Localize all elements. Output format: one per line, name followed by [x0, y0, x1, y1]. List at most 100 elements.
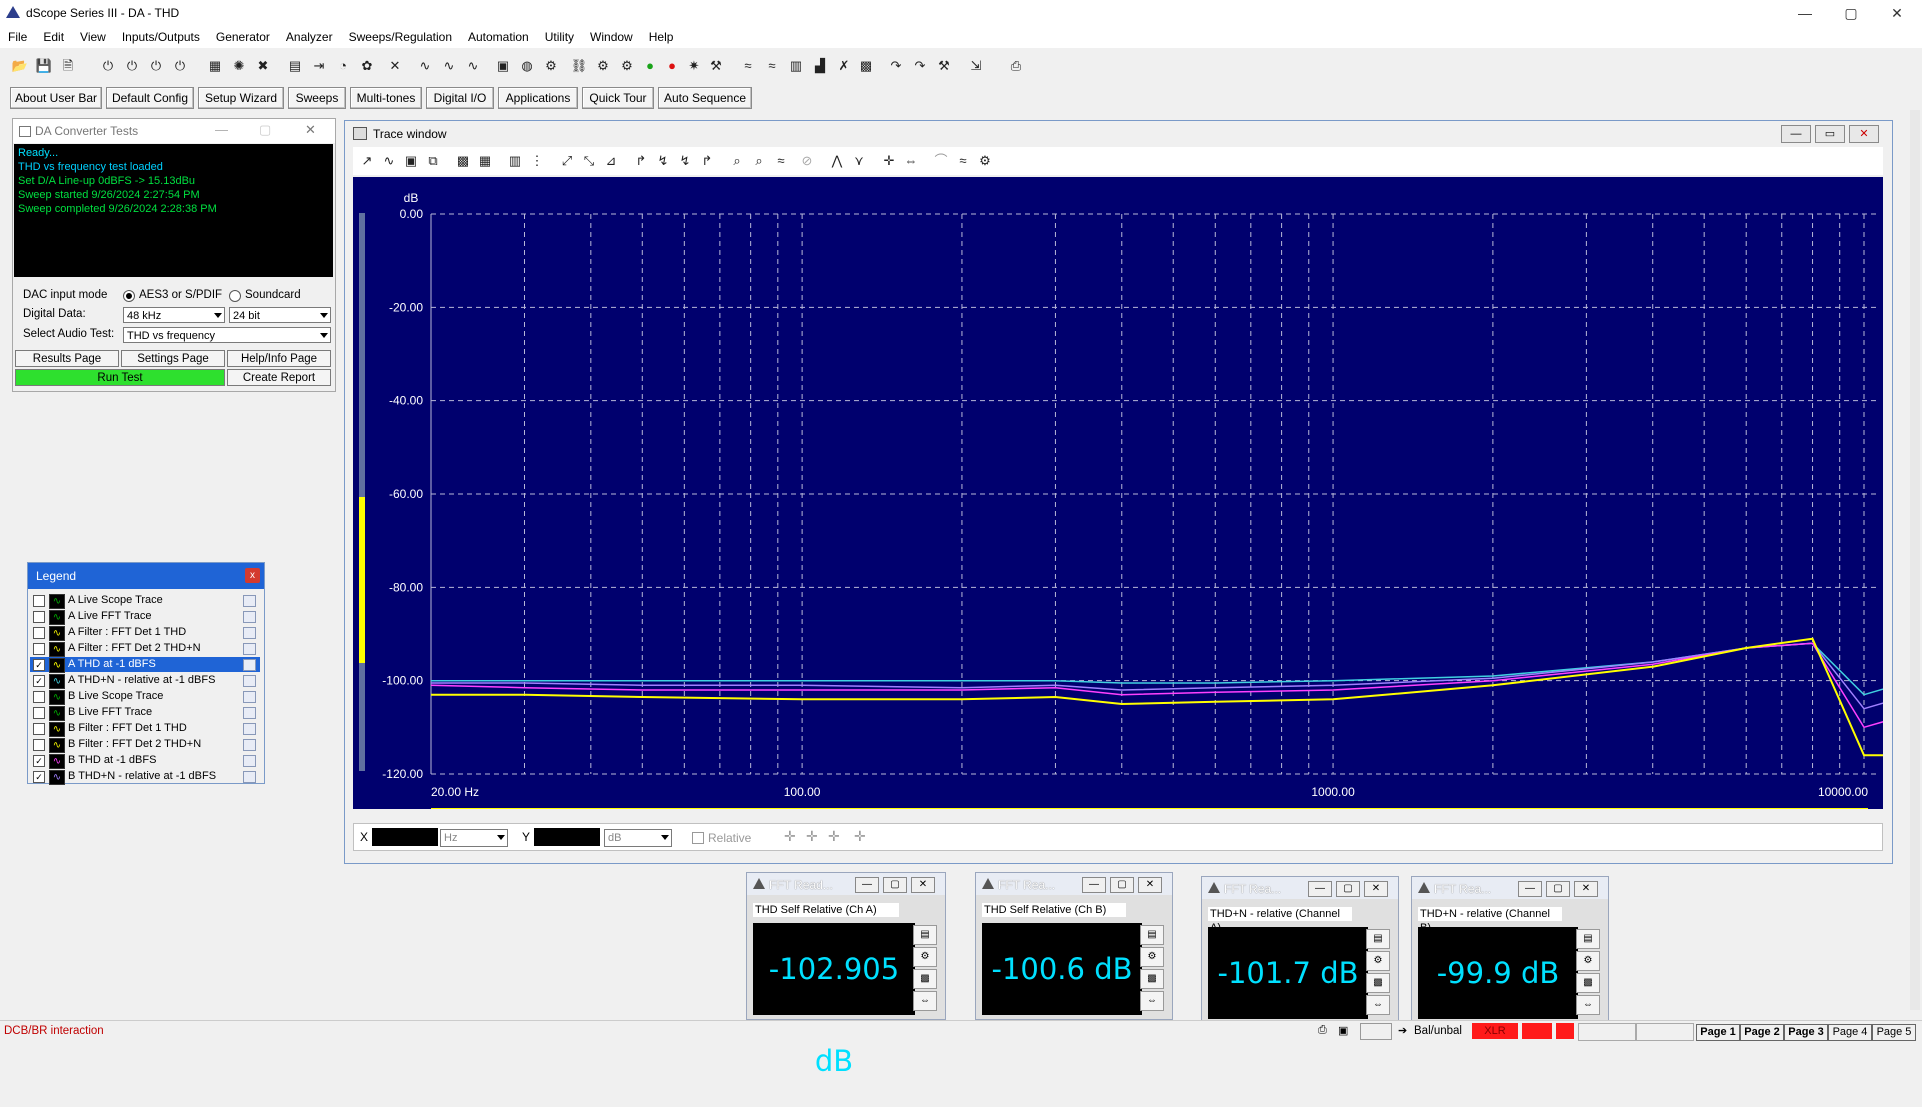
page-3-tab[interactable]: Page 3 — [1784, 1024, 1828, 1041]
trace-move-icon[interactable]: ⇔ — [901, 151, 921, 171]
y-value-field[interactable] — [534, 828, 600, 846]
applications-button[interactable]: Applications — [498, 87, 578, 109]
meter-minimize-button[interactable]: — — [1308, 881, 1332, 897]
meter-settings-icon[interactable]: ⚙ — [1366, 951, 1390, 971]
legend-item[interactable]: ∿ B Live FFT Trace — [30, 705, 260, 721]
cursor-tool-1-icon[interactable]: ✛ — [784, 828, 796, 845]
legend-options-icon[interactable] — [243, 659, 256, 671]
meter-graph-icon[interactable]: ▩ — [1140, 969, 1164, 989]
legend-item[interactable]: ∿ A Live Scope Trace — [30, 593, 260, 609]
legend-options-icon[interactable] — [243, 755, 256, 767]
trace-marker-4-icon[interactable]: ↱ — [697, 151, 717, 171]
menu-help[interactable]: Help — [641, 26, 682, 48]
sample-rate-select[interactable]: 48 kHz — [123, 307, 225, 323]
meter-range-icon[interactable]: ▤ — [913, 925, 937, 945]
noise-icon[interactable]: ✺ — [229, 56, 249, 76]
trace-valley-icon[interactable]: ⋎ — [849, 151, 869, 171]
plot-area[interactable]: 0.00 -20.00 -40.00 -60.00 -80.00 -100.00 -120.… — [353, 177, 1897, 813]
tools-icon[interactable]: ⚒ — [934, 56, 954, 76]
trace-tool-2-icon[interactable]: ∿ — [379, 151, 399, 171]
help-info-page-button[interactable]: Help/Info Page — [227, 350, 331, 367]
legend-checkbox[interactable] — [33, 707, 45, 719]
audio-test-select[interactable]: THD vs frequency — [123, 327, 331, 343]
link-icon[interactable]: ⛓ — [569, 56, 589, 76]
legend-checkbox[interactable] — [33, 723, 45, 735]
trace-b-icon[interactable]: ≈ — [762, 56, 782, 76]
save-icon[interactable]: 💾 — [34, 56, 54, 76]
trace-zoom-out-icon[interactable]: ⤡ — [579, 151, 599, 171]
bars-icon[interactable]: ▥ — [786, 56, 806, 76]
mute-icon[interactable]: ✖ — [253, 56, 273, 76]
page-4-tab[interactable]: Page 4 — [1828, 1024, 1872, 1041]
cursor-tool-4-icon[interactable]: ✛ — [854, 828, 866, 845]
menu-generator[interactable]: Generator — [208, 26, 278, 48]
menu-automation[interactable]: Automation — [460, 26, 537, 48]
meter-settings-icon[interactable]: ⚙ — [1140, 947, 1164, 967]
meter-restore-button[interactable]: ▢ — [1110, 877, 1134, 893]
trace-grid-icon[interactable]: ▦ — [475, 151, 495, 171]
legend-options-icon[interactable] — [243, 707, 256, 719]
quick-tour-button[interactable]: Quick Tour — [582, 87, 654, 109]
menu-file[interactable]: File — [0, 26, 35, 48]
trace-bars-icon[interactable]: ▥ — [505, 151, 525, 171]
meter-close-button[interactable]: ✕ — [1364, 881, 1388, 897]
meter-graph-icon[interactable]: ▩ — [913, 969, 937, 989]
print-icon[interactable]: ⎙ — [1006, 56, 1026, 76]
menu-analyzer[interactable]: Analyzer — [278, 26, 341, 48]
legend-item[interactable]: ∿ A Live FFT Trace — [30, 609, 260, 625]
curve-icon[interactable]: ↷ — [886, 56, 906, 76]
default-config-button[interactable]: Default Config — [106, 87, 194, 109]
stop-icon[interactable]: ✕ — [385, 56, 405, 76]
fft-off-icon[interactable]: ∿ — [463, 56, 483, 76]
monitor-icon[interactable]: ◍ — [517, 56, 537, 76]
x-value-field[interactable] — [372, 828, 438, 846]
meter-settings-icon[interactable]: ⚙ — [913, 947, 937, 967]
fft-icon[interactable]: ∿ — [439, 56, 459, 76]
output-d-icon[interactable]: ⏻ — [170, 56, 190, 76]
legend-checkbox[interactable]: ✓ — [33, 675, 45, 687]
meter-minimize-button[interactable]: — — [1082, 877, 1106, 893]
legend-item[interactable]: ∿ B Live Scope Trace — [30, 689, 260, 705]
output-b-icon[interactable]: ⏻ — [122, 56, 142, 76]
legend-close-button[interactable]: x — [245, 568, 260, 583]
legend-item[interactable]: ✓ ∿ B THD+N - relative at -1 dBFS — [30, 769, 260, 785]
trace-options-icon[interactable]: ⚙ — [975, 151, 995, 171]
legend-item[interactable]: ✓ ∿ A THD at -1 dBFS — [30, 657, 260, 673]
sweeps-button[interactable]: Sweeps — [288, 87, 346, 109]
legend-item[interactable]: ∿ A Filter : FFT Det 2 THD+N — [30, 641, 260, 657]
trace-add-icon[interactable]: ✛ — [879, 151, 899, 171]
config-icon[interactable]: ⚙ — [593, 56, 613, 76]
aes-radio[interactable] — [123, 290, 135, 302]
input-d-icon[interactable]: ✿ — [357, 56, 377, 76]
trace-cursor-icon[interactable]: ⋮ — [527, 151, 547, 171]
da-minimize-icon[interactable]: — — [215, 122, 228, 137]
meter-settings-icon[interactable]: ⚙ — [1576, 951, 1600, 971]
settings-page-button[interactable]: Settings Page — [121, 350, 225, 367]
meter-expand-icon[interactable]: ⇔ — [1366, 995, 1390, 1015]
trace-wave-icon[interactable]: ≈ — [771, 151, 791, 171]
legend-item[interactable]: ∿ B Filter : FFT Det 2 THD+N — [30, 737, 260, 753]
auto-sequence-button[interactable]: Auto Sequence — [658, 87, 752, 109]
legend-options-icon[interactable] — [243, 691, 256, 703]
input-a-icon[interactable]: ▤ — [285, 56, 305, 76]
maximize-button[interactable]: ▢ — [1828, 0, 1874, 26]
page-2-tab[interactable]: Page 2 — [1740, 1024, 1784, 1041]
curve-off-icon[interactable]: ↷ — [910, 56, 930, 76]
soundcard-radio[interactable] — [229, 290, 241, 302]
results-page-button[interactable]: Results Page — [15, 350, 119, 367]
legend-options-icon[interactable] — [243, 595, 256, 607]
trace-marker-2-icon[interactable]: ↯ — [653, 151, 673, 171]
trace-search-2-icon[interactable]: ⌕ — [749, 151, 769, 171]
create-report-button[interactable]: Create Report — [227, 369, 331, 386]
trace-close-button[interactable]: ✕ — [1849, 125, 1879, 143]
legend-options-icon[interactable] — [243, 771, 256, 783]
trace-save-icon[interactable]: ▣ — [401, 151, 421, 171]
meter-expand-icon[interactable]: ⇔ — [913, 991, 937, 1011]
display-icon[interactable]: ▣ — [493, 56, 513, 76]
trace-scale-icon[interactable]: ⊿ — [601, 151, 621, 171]
meter-restore-button[interactable]: ▢ — [883, 877, 907, 893]
meter-range-icon[interactable]: ▤ — [1576, 929, 1600, 949]
legend-options-icon[interactable] — [243, 611, 256, 623]
settings-icon[interactable]: ⚙ — [617, 56, 637, 76]
legend-checkbox[interactable]: ✓ — [33, 771, 45, 783]
